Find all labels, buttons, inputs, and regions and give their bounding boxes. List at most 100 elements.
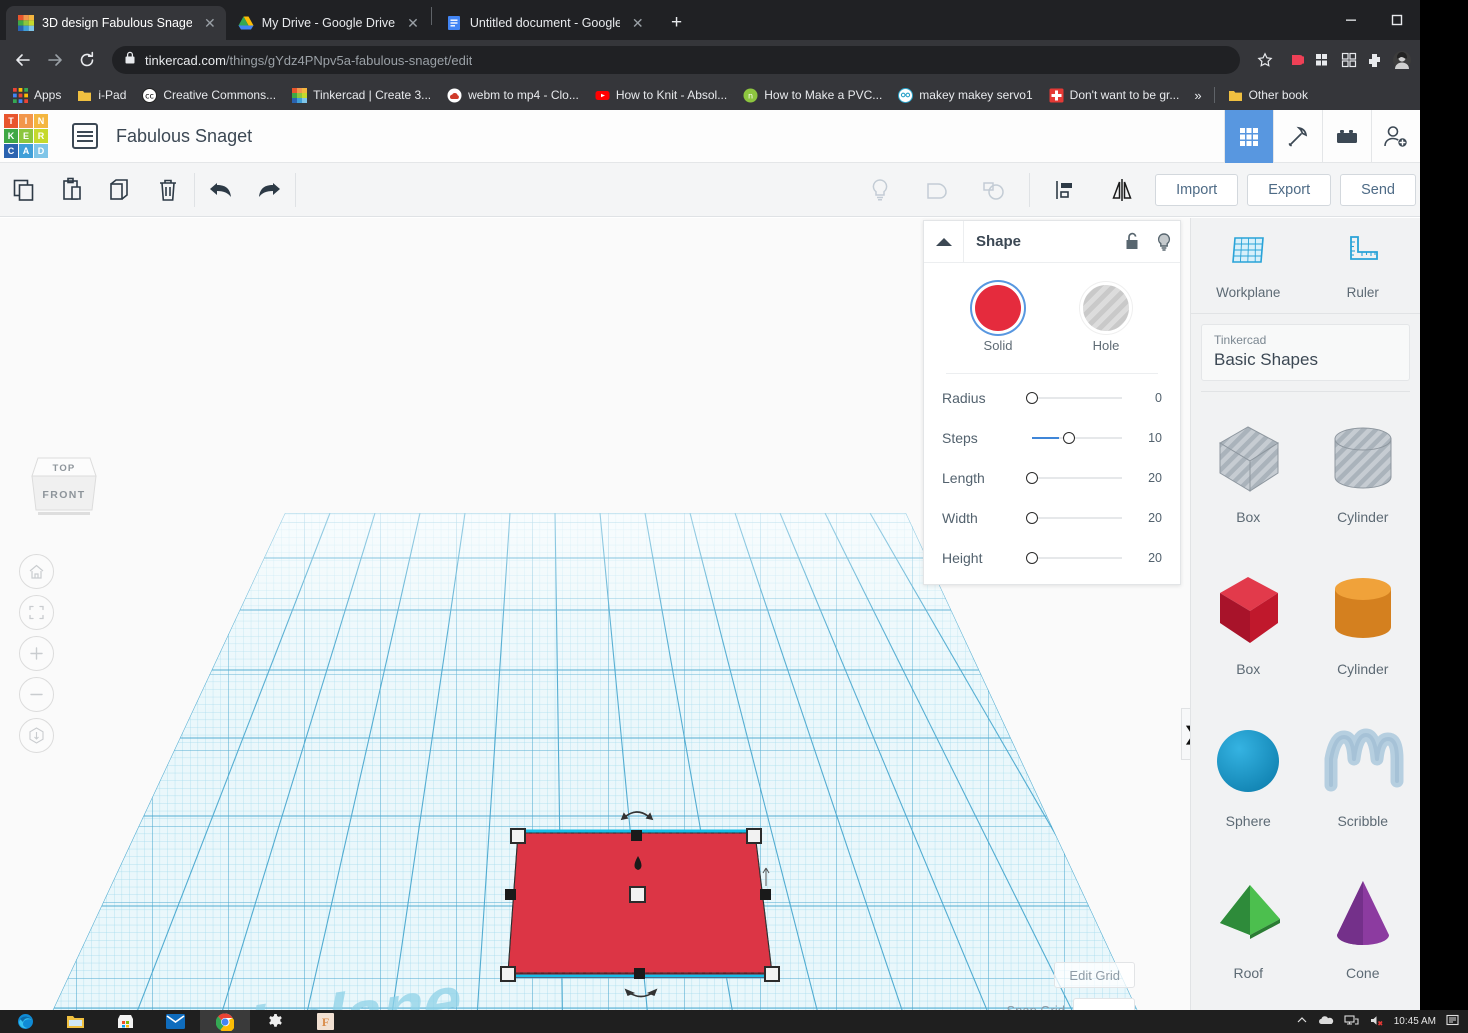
bookmark-how-to-knit[interactable]: How to Knit - Absol...	[588, 85, 734, 106]
align-icon[interactable]	[1041, 163, 1089, 217]
taskbar-clock[interactable]: 10:45 AM	[1394, 1016, 1436, 1027]
delete-icon[interactable]	[144, 163, 192, 217]
shape-item-scribble[interactable]: Scribble	[1306, 696, 1421, 848]
hole-color-dot[interactable]	[1083, 285, 1129, 331]
solid-color-dot[interactable]	[975, 285, 1021, 331]
back-button[interactable]	[8, 45, 38, 75]
shape-item-cylinder-hole[interactable]: Cylinder	[1306, 392, 1421, 544]
edit-grid-button[interactable]: Edit Grid	[1054, 962, 1135, 988]
mirror-icon[interactable]	[1098, 163, 1146, 217]
maximize-button[interactable]	[1374, 0, 1420, 40]
property-slider[interactable]	[1022, 389, 1128, 407]
profile-avatar-icon[interactable]	[1392, 50, 1412, 70]
grid-view-icon[interactable]	[1224, 110, 1273, 163]
ortho-perspective-icon[interactable]	[19, 718, 54, 753]
close-icon[interactable]: ✕	[407, 16, 419, 30]
send-to-button[interactable]: Send	[1340, 174, 1416, 206]
browser-tab-tinkercad[interactable]: 3D design Fabulous Snaget | Tink ✕	[6, 6, 226, 40]
other-bookmarks-button[interactable]: Other book	[1221, 85, 1315, 106]
copy-icon[interactable]	[0, 163, 48, 217]
ungroup-icon[interactable]	[970, 163, 1018, 217]
close-icon[interactable]: ✕	[204, 16, 216, 30]
browser-tab-google-drive[interactable]: My Drive - Google Drive ✕	[226, 6, 429, 40]
chevron-up-icon[interactable]	[924, 221, 964, 263]
property-value[interactable]: 20	[1128, 511, 1162, 525]
reload-button[interactable]	[72, 45, 102, 75]
codeblocks-icon[interactable]	[1273, 110, 1322, 163]
edge-icon[interactable]	[0, 1010, 50, 1033]
move-handle[interactable]	[630, 887, 645, 902]
bookmark-ipad[interactable]: i-Pad	[70, 85, 133, 106]
property-slider[interactable]	[1022, 469, 1128, 487]
address-bar[interactable]: tinkercad.com/things/gYdz4PNpv5a-fabulou…	[112, 46, 1240, 74]
snap-grid-select[interactable]	[1073, 998, 1135, 1010]
bookmark-makey-makey-servo1[interactable]: makey makey servo1	[891, 85, 1039, 106]
bookmark-apps[interactable]: Apps	[6, 85, 68, 106]
file-explorer-icon[interactable]	[50, 1010, 100, 1033]
slider-knob[interactable]	[1063, 432, 1075, 444]
shape-item-box[interactable]: Box	[1191, 544, 1306, 696]
bookmark-dont-want-to-be-gr[interactable]: Don't want to be gr...	[1042, 85, 1187, 106]
shape-item-roof[interactable]: Roof	[1191, 848, 1306, 1000]
bookmark-tinkercad[interactable]: Tinkercad | Create 3...	[285, 85, 438, 106]
property-value[interactable]: 0	[1128, 391, 1162, 405]
new-tab-button[interactable]: +	[664, 12, 690, 34]
hole-swatch[interactable]: Hole	[1069, 285, 1143, 353]
bookmarks-overflow-button[interactable]: »	[1188, 88, 1207, 103]
dropbox-extension-icon[interactable]	[1315, 52, 1332, 69]
zoom-out-icon[interactable]	[19, 677, 54, 712]
property-value[interactable]: 20	[1128, 471, 1162, 485]
slider-knob[interactable]	[1026, 472, 1038, 484]
duplicate-icon[interactable]	[96, 163, 144, 217]
close-icon[interactable]: ✕	[632, 16, 644, 30]
property-slider[interactable]	[1022, 549, 1128, 567]
settings-icon[interactable]	[250, 1010, 300, 1033]
redo-icon[interactable]	[245, 163, 293, 217]
property-value[interactable]: 20	[1128, 551, 1162, 565]
bookmark-creative-commons[interactable]: cc Creative Commons...	[135, 85, 283, 106]
solid-swatch[interactable]: Solid	[961, 285, 1035, 353]
export-button[interactable]: Export	[1247, 174, 1331, 206]
project-menu-icon[interactable]	[72, 123, 98, 149]
slider-knob[interactable]	[1026, 552, 1038, 564]
bookmark-webm-to-mp4[interactable]: webm to mp4 - Clo...	[440, 85, 586, 106]
light-bulb-icon[interactable]	[856, 163, 904, 217]
slider-knob[interactable]	[1026, 392, 1038, 404]
show-hidden-icons-icon[interactable]	[1296, 1014, 1308, 1029]
home-view-icon[interactable]	[19, 554, 54, 589]
paste-icon[interactable]	[48, 163, 96, 217]
chrome-icon[interactable]	[200, 1010, 250, 1033]
slider-knob[interactable]	[1026, 512, 1038, 524]
workplane-tool[interactable]: Workplane	[1191, 218, 1306, 313]
bookmark-how-to-make-a-pvc[interactable]: n How to Make a PVC...	[736, 85, 889, 106]
selected-shape[interactable]	[501, 812, 779, 997]
zoom-in-icon[interactable]	[19, 636, 54, 671]
property-value[interactable]: 10	[1128, 431, 1162, 445]
ruler-tool[interactable]: Ruler	[1306, 218, 1421, 313]
group-icon[interactable]	[913, 163, 961, 217]
grid-extension-icon[interactable]	[1341, 52, 1357, 68]
bricks-icon[interactable]	[1322, 110, 1371, 163]
light-bulb-icon[interactable]	[1148, 221, 1180, 263]
shape-item-box-hole[interactable]: Box	[1191, 392, 1306, 544]
microsoft-store-icon[interactable]	[100, 1010, 150, 1033]
add-person-icon[interactable]	[1371, 110, 1420, 163]
pocket-extension-icon[interactable]	[1289, 52, 1306, 69]
fusion360-icon[interactable]: F	[300, 1010, 350, 1033]
fit-to-view-icon[interactable]	[19, 595, 54, 630]
tinkercad-logo-icon[interactable]: TINKERCAD	[4, 114, 48, 158]
forward-button[interactable]	[40, 45, 70, 75]
property-slider[interactable]	[1022, 429, 1128, 447]
view-cube[interactable]: TOP FRONT	[26, 450, 102, 528]
notifications-icon[interactable]	[1446, 1014, 1462, 1030]
network-icon[interactable]	[1344, 1014, 1359, 1029]
puzzle-extension-icon[interactable]	[1366, 52, 1383, 69]
undo-icon[interactable]	[197, 163, 245, 217]
import-button[interactable]: Import	[1155, 174, 1238, 206]
bookmark-star-icon[interactable]	[1250, 45, 1280, 75]
onedrive-icon[interactable]	[1318, 1014, 1334, 1029]
property-slider[interactable]	[1022, 509, 1128, 527]
mail-icon[interactable]	[150, 1010, 200, 1033]
unlock-icon[interactable]	[1116, 221, 1148, 263]
shape-item-cylinder[interactable]: Cylinder	[1306, 544, 1421, 696]
